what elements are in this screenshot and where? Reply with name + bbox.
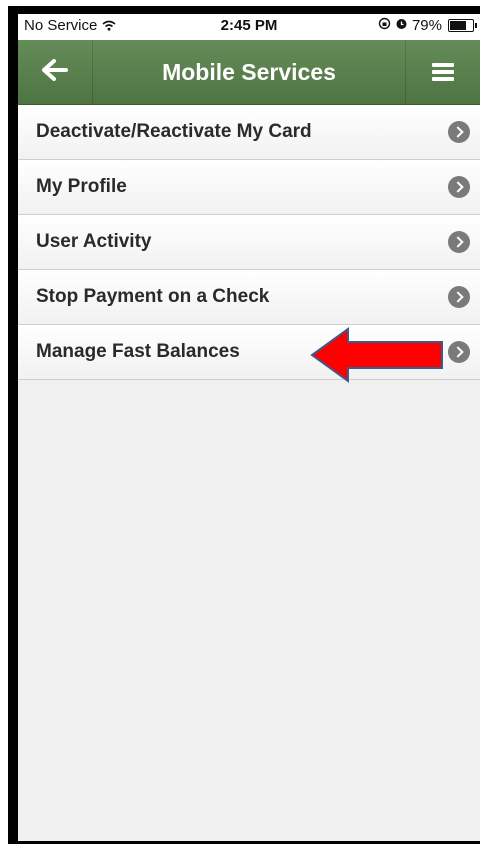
battery-icon bbox=[448, 19, 477, 32]
battery-percent: 79% bbox=[411, 17, 442, 34]
back-button[interactable] bbox=[18, 40, 93, 104]
list-item-label: User Activity bbox=[36, 231, 152, 252]
footer bbox=[18, 822, 480, 841]
chevron-right-icon bbox=[448, 231, 470, 253]
hamburger-icon bbox=[432, 63, 454, 81]
menu-button[interactable] bbox=[405, 40, 480, 104]
chevron-right-icon bbox=[448, 341, 470, 363]
chevron-right-icon bbox=[448, 286, 470, 308]
chevron-right-icon bbox=[448, 176, 470, 198]
back-arrow-icon bbox=[42, 58, 68, 86]
status-bar: No Service 2:45 PM 79% bbox=[18, 14, 480, 40]
list-item-label: Deactivate/Reactivate My Card bbox=[36, 121, 312, 142]
list-item-deactivate-card[interactable]: Deactivate/Reactivate My Card bbox=[18, 105, 480, 160]
phone-screen: No Service 2:45 PM 79% Mobile Services D… bbox=[18, 14, 480, 841]
status-right: 79% bbox=[378, 17, 477, 34]
alarm-icon bbox=[395, 17, 408, 34]
list-item-label: Stop Payment on a Check bbox=[36, 286, 270, 307]
list-item-my-profile[interactable]: My Profile bbox=[18, 160, 480, 215]
list-item-label: Manage Fast Balances bbox=[36, 341, 240, 362]
page-title: Mobile Services bbox=[162, 59, 336, 85]
list-item-label: My Profile bbox=[36, 176, 127, 197]
list-item-user-activity[interactable]: User Activity bbox=[18, 215, 480, 270]
list-item-stop-payment[interactable]: Stop Payment on a Check bbox=[18, 270, 480, 325]
red-arrow-annotation bbox=[310, 327, 444, 388]
nav-bar: Mobile Services bbox=[18, 40, 480, 105]
phone-frame: No Service 2:45 PM 79% Mobile Services D… bbox=[8, 6, 480, 844]
chevron-right-icon bbox=[448, 121, 470, 143]
rotation-lock-icon bbox=[378, 17, 391, 34]
